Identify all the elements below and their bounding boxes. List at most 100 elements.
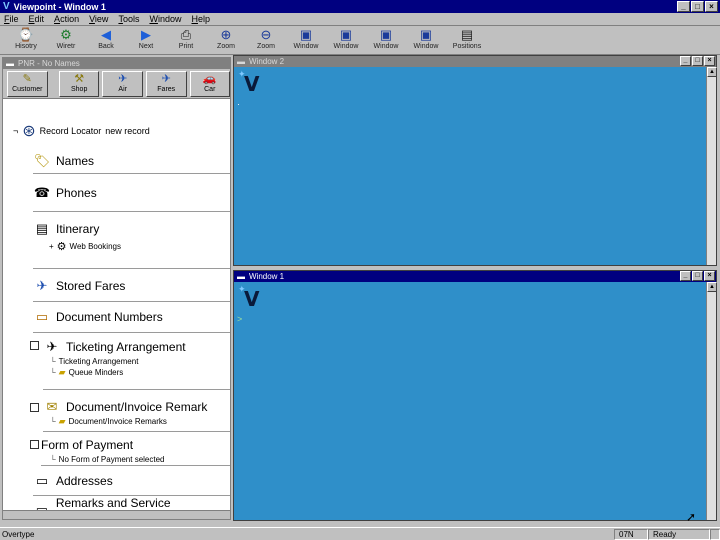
section-document-numbers[interactable]: ▭ Document Numbers <box>33 302 230 333</box>
pnr-window-icon: ▬ <box>6 59 14 68</box>
menu-tools[interactable]: Tools <box>118 14 139 24</box>
window-2-minimize-button[interactable]: _ <box>680 56 691 66</box>
close-button[interactable]: × <box>705 1 718 12</box>
section-invoice-remark[interactable]: ✉ Document/Invoice Remark └ ▰ Document/I… <box>43 390 230 432</box>
tree-expander[interactable]: ¬ <box>13 126 18 136</box>
pnr-title: PNR - No Names <box>18 59 80 68</box>
menu-file[interactable]: File <box>4 14 19 24</box>
status-bar: Overtype 07N Ready <box>0 527 720 540</box>
history-icon: ⌚ <box>17 27 35 42</box>
air-button[interactable]: ✈ Air <box>102 70 143 97</box>
menu-view[interactable]: View <box>89 14 108 24</box>
window-1-menu-icon[interactable]: ▬ <box>237 272 245 281</box>
section-ticketing[interactable]: ✈ Ticketing Arrangement └ Ticketing Arra… <box>43 333 230 390</box>
ticketing-sub-item[interactable]: └ Ticketing Arrangement <box>43 356 230 367</box>
window-2-close-button[interactable]: × <box>704 56 715 66</box>
customer-label: Customer <box>12 85 43 93</box>
shop-button[interactable]: ⚒ Shop <box>58 70 100 97</box>
back-label: Back <box>98 43 114 50</box>
web-bookings-item[interactable]: + ⚙ Web Bookings <box>33 241 230 253</box>
window-3-button[interactable]: ▣ Window <box>366 27 406 53</box>
window-1-button[interactable]: ▣ Window <box>286 27 326 53</box>
scroll-up-icon[interactable]: ▲ <box>707 282 717 292</box>
invoice-remarks-item[interactable]: └ ▰ Document/Invoice Remarks <box>43 416 230 427</box>
back-button[interactable]: ◀ Back <box>86 27 126 53</box>
menu-edit[interactable]: Edit <box>29 14 45 24</box>
positions-button[interactable]: ▤ Positions <box>446 27 488 53</box>
window-1[interactable]: ▬ Window 1 _ □ × ✦ V > ▲ <box>233 270 717 521</box>
document-numbers-icon: ▭ <box>35 309 49 324</box>
viewpoint-logo-icon: V <box>3 1 10 12</box>
next-label: Next <box>138 43 154 50</box>
section-itinerary[interactable]: ▤ Itinerary + ⚙ Web Bookings <box>33 212 230 269</box>
section-stored-fares-label: Stored Fares <box>56 279 126 293</box>
window-2-button[interactable]: ▣ Window <box>326 27 366 53</box>
prompt-chevron-icon: > <box>237 314 243 324</box>
invoice-remarks-label: Document/Invoice Remarks <box>68 417 167 426</box>
section-stored-fares[interactable]: ✈ Stored Fares <box>33 269 230 302</box>
wireless-icon: ⚙ <box>60 27 72 42</box>
window-2[interactable]: ▬ Window 2 _ □ × ✦ V · ▲ <box>233 55 717 266</box>
status-resize-grip[interactable] <box>710 528 720 540</box>
address-icon: ▭ <box>35 473 49 488</box>
pnr-horizontal-scrollbar[interactable] <box>3 510 230 519</box>
car-label: Car <box>204 85 216 93</box>
menu-help[interactable]: Help <box>191 14 210 24</box>
maximize-button[interactable]: □ <box>691 1 704 12</box>
window-4-button[interactable]: ▣ Window <box>406 27 446 53</box>
window-1-maximize-button[interactable]: □ <box>692 271 703 281</box>
invoice-remark-checkbox[interactable] <box>30 403 39 412</box>
window-2-scrollbar[interactable]: ▲ <box>706 67 717 265</box>
printer-icon: ⎙ <box>180 27 192 42</box>
fares-button[interactable]: ✈ Fares <box>145 70 187 97</box>
window-1-titlebar[interactable]: ▬ Window 1 _ □ × <box>234 271 716 282</box>
payment-sub-label: No Form of Payment selected <box>58 455 165 464</box>
scroll-up-icon[interactable]: ▲ <box>707 67 717 77</box>
section-addresses-label: Addresses <box>56 474 113 488</box>
section-form-of-payment[interactable]: Form of Payment └ No Form of Payment sel… <box>41 432 230 466</box>
menu-window[interactable]: Window <box>149 14 181 24</box>
ticketing-sub-label: Ticketing Arrangement <box>58 357 139 366</box>
expand-plus-icon[interactable]: + <box>49 242 54 251</box>
main-toolbar: ⌚ Hisotry ⚙ Wiretr ◀ Back ▶ Next ⎙ Print… <box>0 27 720 55</box>
shop-label: Shop <box>70 85 88 93</box>
zoom-out-button[interactable]: ⊖ Zoom <box>246 27 286 53</box>
pnr-panel: ▬ PNR - No Names ✎ Customer ⚒ Shop ✈ Air… <box>2 57 231 520</box>
zoom-in-button[interactable]: ⊕ Zoom <box>206 27 246 53</box>
ticketing-checkbox[interactable] <box>30 341 39 350</box>
history-button[interactable]: ⌚ Hisotry <box>6 27 46 53</box>
payment-checkbox[interactable] <box>30 440 39 449</box>
window-1-minimize-button[interactable]: _ <box>680 271 691 281</box>
menu-action[interactable]: Action <box>54 14 79 24</box>
web-bookings-label: Web Bookings <box>69 242 121 251</box>
window-1-close-button[interactable]: × <box>704 271 715 281</box>
invoice-remark-icon: ✉ <box>46 399 58 414</box>
section-document-numbers-label: Document Numbers <box>56 310 163 324</box>
record-locator: ¬ ⊛ Record Locator new record <box>13 121 150 141</box>
fares-label: Fares <box>157 85 176 93</box>
customer-button[interactable]: ✎ Customer <box>7 70 48 97</box>
section-addresses[interactable]: ▭ Addresses <box>33 466 230 496</box>
print-button[interactable]: ⎙ Print <box>166 27 206 53</box>
window-2-titlebar[interactable]: ▬ Window 2 _ □ × <box>234 56 716 67</box>
wiretr-button[interactable]: ⚙ Wiretr <box>46 27 86 53</box>
section-names[interactable]: 🏷 Names <box>33 146 230 174</box>
section-ticketing-label: Ticketing Arrangement <box>66 340 186 354</box>
section-phones[interactable]: ☎ Phones <box>33 174 230 212</box>
queue-minders-item[interactable]: └ ▰ Queue Minders <box>43 367 230 378</box>
zoom-in-label: Zoom <box>217 43 235 50</box>
next-button[interactable]: ▶ Next <box>126 27 166 53</box>
stored-fares-icon: ✈ <box>36 278 48 293</box>
folder-icon: ▰ <box>58 367 66 377</box>
window-3-label: Window <box>373 43 399 50</box>
phone-icon: ☎ <box>33 185 51 200</box>
window-1-scrollbar[interactable]: ▲ <box>706 282 717 520</box>
menu-bar: File Edit Action View Tools Window Help <box>0 13 720 26</box>
minimize-button[interactable]: _ <box>677 1 690 12</box>
section-form-of-payment-label: Form of Payment <box>41 438 134 452</box>
car-button[interactable]: 🚗 Car <box>189 70 230 97</box>
window-2-maximize-button[interactable]: □ <box>692 56 703 66</box>
window-2-menu-icon[interactable]: ▬ <box>237 57 245 66</box>
section-phones-label: Phones <box>56 186 97 200</box>
window-1-icon: ▣ <box>299 27 313 42</box>
